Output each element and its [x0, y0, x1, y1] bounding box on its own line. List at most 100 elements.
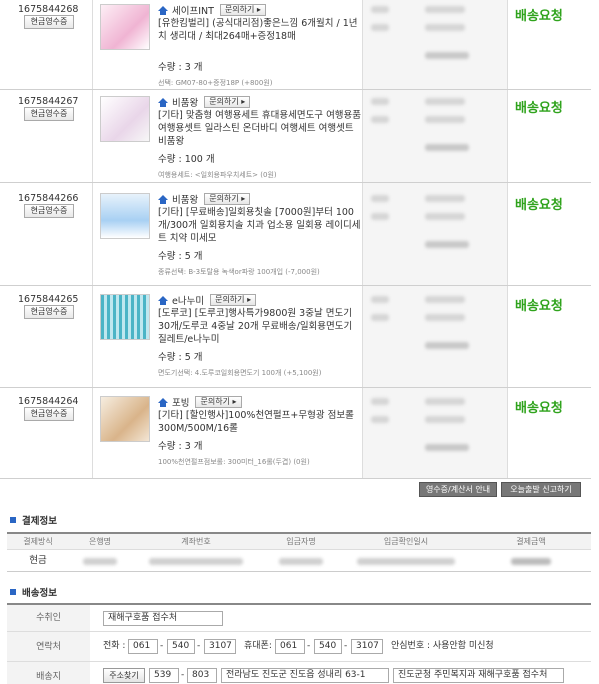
status-badge: 배송요청 — [515, 198, 563, 213]
seller-line: 비품왕 문의하기 ▸ — [158, 192, 251, 206]
product-thumbnail[interactable] — [100, 4, 150, 50]
home-icon[interactable] — [158, 5, 168, 15]
product-title[interactable]: [도루코] [도루코]행사특가9800원 3중날 면도기30개/도루코 4중날 … — [158, 307, 363, 346]
price-cell-redacted — [362, 0, 507, 89]
seller-name[interactable]: 비품왕 — [172, 95, 198, 109]
inquiry-button[interactable]: 문의하기 ▸ — [195, 396, 242, 408]
seller-name[interactable]: 비품왕 — [172, 192, 198, 206]
payment-section-title: 결제정보 — [10, 514, 57, 527]
order-id-cell: 1675844265 현금영수증 — [0, 286, 92, 387]
status-badge: 배송요청 — [515, 299, 563, 314]
phone-part-3[interactable]: 3107 — [204, 639, 236, 654]
home-icon[interactable] — [158, 295, 168, 305]
quantity: 수량 : 3 개 — [158, 62, 203, 73]
order-row: 1675844267 현금영수증 비품왕 문의하기 ▸ [기타] 맞춤형 여행용… — [0, 90, 591, 183]
amount-redacted — [471, 550, 591, 571]
option-text: 종류선택: B-3토탈용 녹색or파랑 100개입 (-7,000원) — [158, 268, 320, 276]
cash-receipt-button[interactable]: 현금영수증 — [24, 407, 74, 421]
depositor-redacted — [261, 550, 341, 571]
status-cell: 배송요청 — [507, 388, 591, 478]
inquiry-button[interactable]: 문의하기 ▸ — [219, 4, 266, 16]
receipt-guide-button[interactable]: 영수증/계산서 안내 — [419, 482, 497, 497]
header-account: 계좌번호 — [181, 537, 211, 546]
inquiry-label: 문의하기 — [209, 194, 239, 203]
payment-title-text: 결제정보 — [22, 516, 57, 527]
deposit-date-redacted — [341, 550, 471, 571]
product-thumbnail[interactable] — [100, 396, 150, 442]
option-text: 여행용세트: <일회용파우치세트> (0원) — [158, 171, 277, 179]
recipient-label: 수취인 — [7, 605, 90, 631]
phone-part-2[interactable]: 540 — [167, 639, 195, 654]
dash: - — [197, 641, 201, 651]
seller-name[interactable]: 포빙 — [172, 395, 189, 409]
product-thumbnail[interactable] — [100, 96, 150, 142]
quantity: 수량 : 100 개 — [158, 154, 215, 165]
inquiry-button[interactable]: 문의하기 ▸ — [204, 193, 251, 205]
order-id: 1675844266 — [18, 193, 79, 204]
seller-line: 포빙 문의하기 ▸ — [158, 395, 242, 409]
inquiry-label: 문의하기 — [200, 397, 230, 406]
product-title[interactable]: [기타] 맞춤형 여행용세트 휴대용세면도구 여행용품 여행용셋트 일라스틴 온… — [158, 109, 363, 148]
phone-part-1[interactable]: 061 — [128, 639, 158, 654]
safe-number-text: 안심번호 : 사용안함 미신청 — [391, 641, 494, 651]
price-cell-redacted — [362, 286, 507, 387]
payment-method: 현금 — [29, 555, 47, 566]
contact-label: 연락처 — [7, 632, 90, 661]
zip-part-1[interactable]: 539 — [149, 668, 179, 683]
inquiry-label: 문의하기 — [215, 295, 245, 304]
order-id-cell: 1675844264 현금영수증 — [0, 388, 92, 478]
status-badge: 배송요청 — [515, 401, 563, 416]
mobile-part-1[interactable]: 061 — [275, 639, 305, 654]
section-marker-icon — [10, 589, 16, 595]
price-cell-redacted — [362, 183, 507, 285]
report-button[interactable]: 오늘출발 신고하기 — [501, 482, 581, 497]
contact-row: 연락처 전화 : 061 - 540 - 3107 휴대폰: 061 - 540… — [7, 632, 591, 662]
product-thumbnail[interactable] — [100, 294, 150, 340]
inquiry-label: 문의하기 — [209, 97, 239, 106]
product-thumbnail[interactable] — [100, 193, 150, 239]
product-title[interactable]: [기타] [무료배송]일회용칫솔 [7000원]부터 100개/300개 일회용… — [158, 206, 363, 245]
home-icon[interactable] — [158, 194, 168, 204]
product-title[interactable]: [유한킴벌리] (공식대리점)좋은느낌 6개월치 / 1년치 생리대 / 최대2… — [158, 17, 363, 43]
option-text: 면도기선택: 4.도루코일회용면도기 100개 (+5,100원) — [158, 369, 322, 377]
mobile-part-3[interactable]: 3107 — [351, 639, 383, 654]
cash-receipt-button[interactable]: 현금영수증 — [24, 204, 74, 218]
status-cell: 배송요청 — [507, 183, 591, 285]
order-row: 1675844264 현금영수증 포빙 문의하기 ▸ [기타] [할인행사]10… — [0, 388, 591, 479]
seller-line: 세이프INT 문의하기 ▸ — [158, 3, 266, 17]
quantity: 수량 : 5 개 — [158, 352, 203, 363]
address-line-1[interactable]: 전라남도 진도군 진도읍 성내리 63-1 — [221, 668, 389, 683]
inquiry-button[interactable]: 문의하기 ▸ — [210, 294, 257, 306]
zip-part-2[interactable]: 803 — [187, 668, 217, 683]
payment-table: 결제방식 은행명 계좌번호 입금자명 입금확인일시 결제금액 현금 — [7, 532, 591, 572]
inquiry-button[interactable]: 문의하기 ▸ — [204, 96, 251, 108]
product-title[interactable]: [기타] [할인행사]100%천연펄프+무형광 점보롤 300M/500M/16… — [158, 409, 363, 435]
cash-receipt-button[interactable]: 현금영수증 — [24, 107, 74, 121]
status-cell: 배송요청 — [507, 90, 591, 182]
product-cell: 비품왕 문의하기 ▸ [기타] [무료배송]일회용칫솔 [7000원]부터 10… — [92, 183, 362, 285]
order-id-cell: 1675844266 현금영수증 — [0, 183, 92, 285]
shipping-table: 수취인 재해구호품 접수처 연락처 전화 : 061 - 540 - 3107 … — [7, 603, 591, 684]
phone-label: 전화 : — [103, 641, 126, 651]
address-line-2[interactable]: 진도군청 주민복지과 재해구호품 접수처 — [393, 668, 564, 683]
seller-line: e나누미 문의하기 ▸ — [158, 293, 257, 307]
status-badge: 배송요청 — [515, 101, 563, 116]
recipient-input[interactable]: 재해구호품 접수처 — [103, 611, 223, 626]
inquiry-label: 문의하기 — [224, 5, 255, 14]
seller-name[interactable]: 세이프INT — [172, 3, 214, 17]
price-cell-redacted — [362, 388, 507, 478]
dash: - — [344, 641, 348, 651]
order-row: 1675844265 현금영수증 e나누미 문의하기 ▸ [도루코] [도루코]… — [0, 286, 591, 388]
zip-search-button[interactable]: 주소찾기 — [103, 668, 145, 683]
payment-row: 현금 — [7, 550, 591, 572]
header-bank: 은행명 — [88, 537, 112, 546]
seller-name[interactable]: e나누미 — [172, 293, 204, 307]
status-cell: 배송요청 — [507, 0, 591, 89]
address-label: 배송지 — [7, 662, 90, 684]
order-id: 1675844265 — [18, 294, 79, 305]
home-icon[interactable] — [158, 397, 168, 407]
cash-receipt-button[interactable]: 현금영수증 — [24, 15, 74, 29]
home-icon[interactable] — [158, 97, 168, 107]
cash-receipt-button[interactable]: 현금영수증 — [24, 305, 74, 319]
mobile-part-2[interactable]: 540 — [314, 639, 342, 654]
